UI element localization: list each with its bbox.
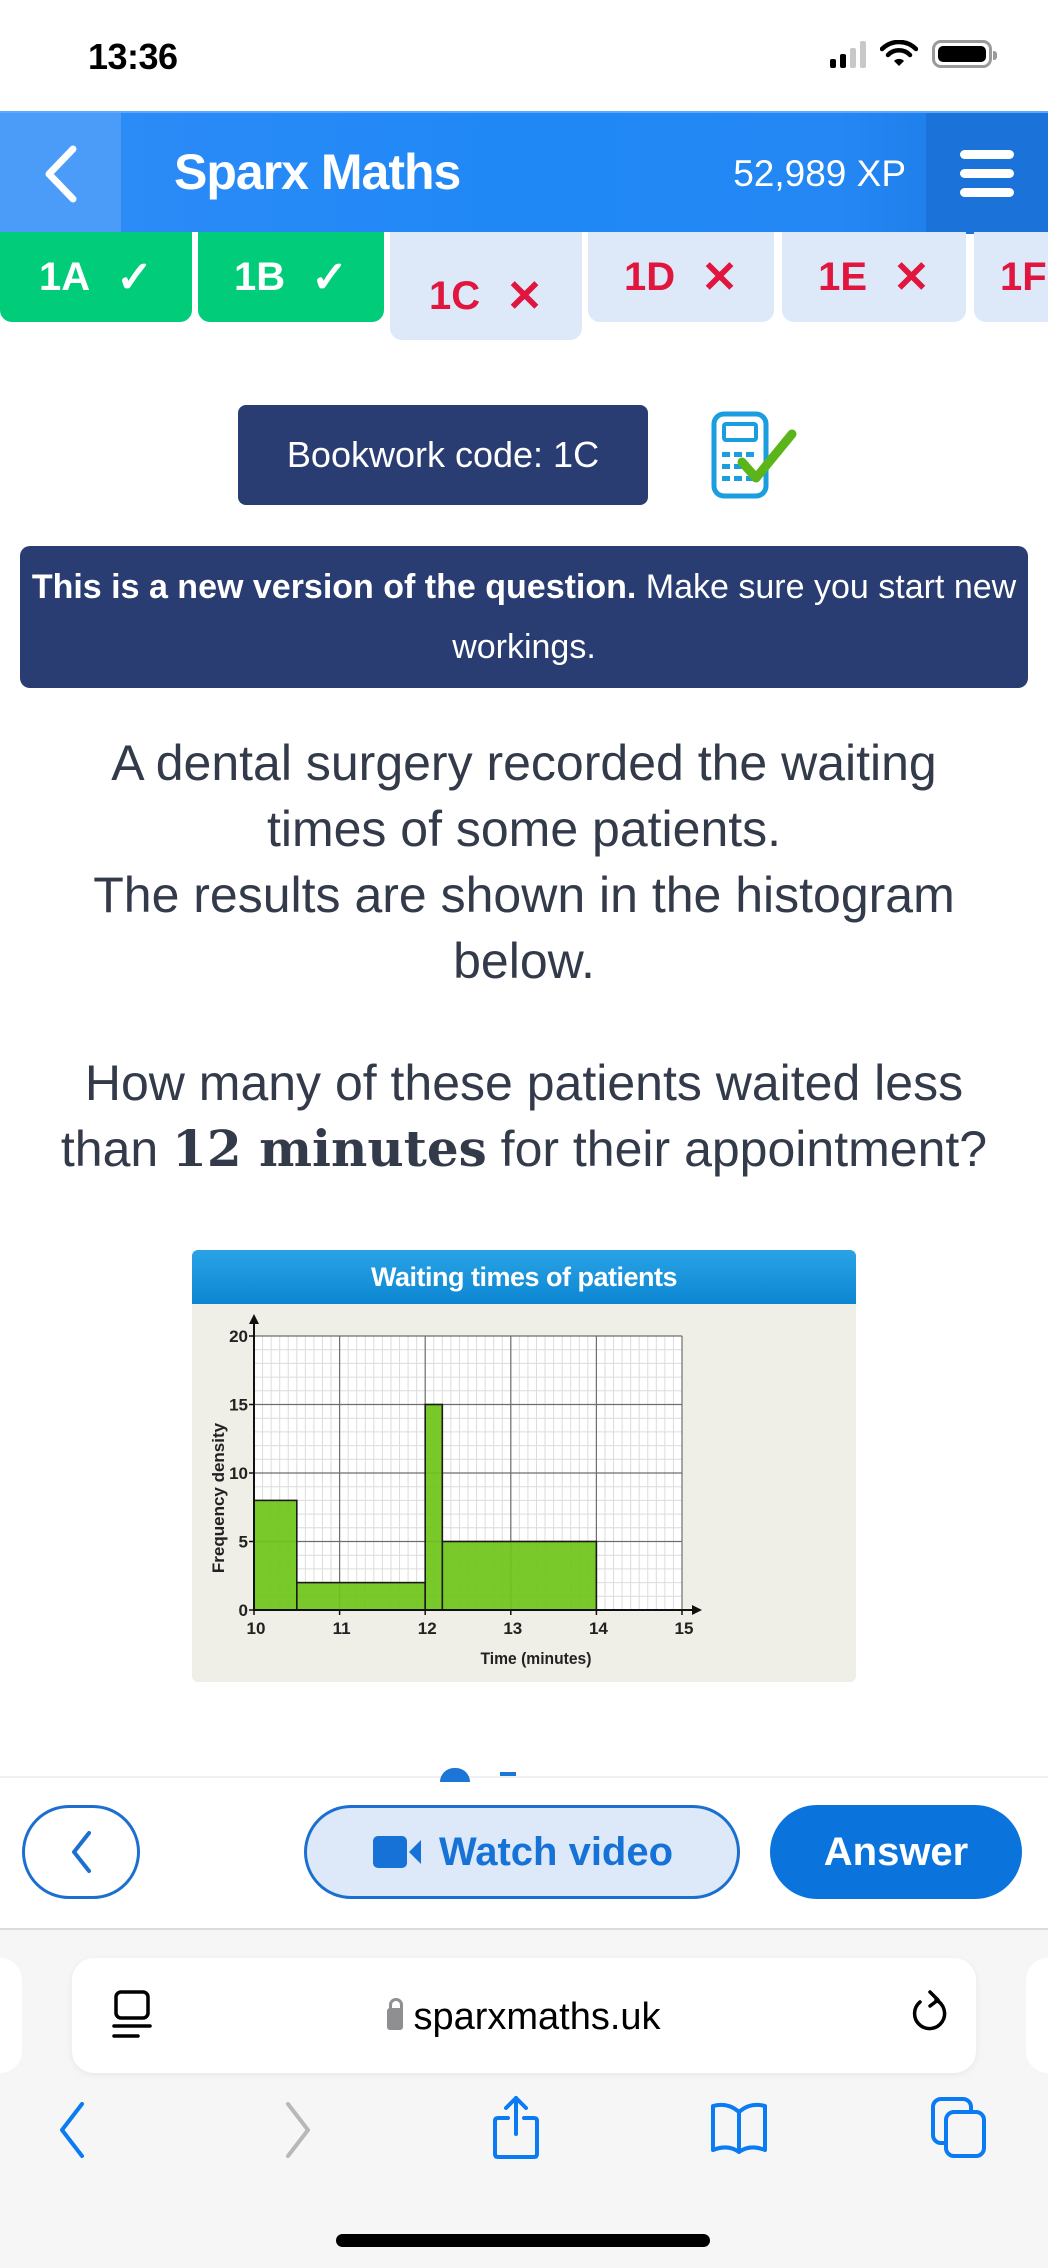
x-tick-label: 15 <box>675 1619 694 1638</box>
browser-chrome: sparxmaths.uk <box>0 1928 1048 2268</box>
y-tick-label: 10 <box>229 1464 248 1483</box>
chevron-left-icon <box>72 1831 91 1873</box>
y-axis-arrow <box>249 1314 259 1324</box>
x-axis-label: Time (minutes) <box>481 1649 592 1668</box>
y-tick-label: 20 <box>229 1327 248 1346</box>
check-icon: ✓ <box>311 252 348 302</box>
question-line: A dental surgery recorded the waiting <box>111 735 937 791</box>
question-line: times of some patients. <box>266 801 782 857</box>
answer-button[interactable]: Answer <box>770 1805 1022 1899</box>
next-tab-peek[interactable] <box>1026 1958 1048 2073</box>
histogram-bar <box>441 1540 598 1611</box>
y-tick-label: 5 <box>239 1533 248 1552</box>
watch-video-button[interactable]: Watch video <box>304 1805 740 1899</box>
scroll-indicator <box>440 1768 470 1782</box>
app-header: Sparx Maths 52,989 XP <box>0 111 1048 234</box>
x-tick-label: 13 <box>503 1619 522 1638</box>
tab-label: 1E <box>818 254 868 299</box>
question-tabs: 1A ✓ 1B ✓ 1C ✕ 1D ✕ 1E ✕ 1F <box>0 232 1048 342</box>
browser-forward-icon[interactable] <box>282 2100 314 2160</box>
video-camera-icon <box>372 1836 421 1868</box>
reload-icon[interactable] <box>910 1988 950 2036</box>
home-indicator <box>336 2234 710 2247</box>
tab-label: 1F <box>1000 254 1047 299</box>
histogram-card: Waiting times of patients 10 11 12 13 14 15 0… <box>192 1250 856 1682</box>
histogram-bar <box>424 1403 444 1611</box>
tab-1a[interactable]: 1A ✓ <box>0 232 192 322</box>
address-bar[interactable]: sparxmaths.uk <box>72 1958 976 2073</box>
question-line: The results are shown in the histogram <box>93 867 955 923</box>
histogram-bar <box>253 1499 298 1611</box>
tab-label: 1D <box>623 254 676 299</box>
histogram-bar <box>296 1581 426 1611</box>
cross-icon: ✕ <box>701 252 738 302</box>
tab-label: 1B <box>233 254 286 299</box>
previous-button[interactable] <box>22 1805 140 1899</box>
y-axis-label: Frequency density <box>209 1422 228 1573</box>
x-axis-arrow <box>692 1605 702 1615</box>
cellular-signal-icon <box>830 40 866 68</box>
calculator-allowed-icon <box>711 411 797 499</box>
wifi-icon <box>880 40 918 66</box>
status-bar: 13:36 <box>0 0 1048 110</box>
tab-label: 1C <box>428 273 481 318</box>
histogram-chart: 10 11 12 13 14 15 0 5 10 15 20 Time (minutes) Fre… <box>209 1314 702 1668</box>
hamburger-menu-button[interactable] <box>926 113 1048 234</box>
x-tick-label: 11 <box>333 1619 351 1638</box>
tab-1b[interactable]: 1B ✓ <box>198 232 384 322</box>
tab-label: 1A <box>38 254 91 299</box>
x-tick-label: 10 <box>247 1619 266 1638</box>
tab-1f[interactable]: 1F <box>974 232 1048 322</box>
watch-video-label: Watch video <box>438 1829 674 1874</box>
status-time: 13:36 <box>88 36 178 77</box>
x-tick-label: 14 <box>589 1619 608 1638</box>
bookwork-code: Bookwork code: 1C <box>238 405 648 505</box>
banner-bold-text: This is a new version of the question. <box>31 568 637 606</box>
text: for their appointment? <box>486 1121 988 1177</box>
tab-1e[interactable]: 1E ✕ <box>782 232 966 322</box>
check-icon: ✓ <box>116 252 153 302</box>
header-back-button[interactable] <box>0 113 121 234</box>
xp-counter: 52,989 XP <box>733 153 906 194</box>
scroll-indicator-dash <box>500 1772 516 1776</box>
math-expression: 12 minutes <box>172 1119 487 1178</box>
question-line: How many of these patients waited less <box>84 1055 964 1111</box>
app-title: Sparx Maths <box>174 144 461 200</box>
battery-icon <box>932 40 997 68</box>
question-line: than 12 minutes for their appointment? <box>0 1116 1048 1182</box>
text: than <box>60 1121 173 1177</box>
question-ask: How many of these patients waited less t… <box>0 1050 1048 1182</box>
tab-1d[interactable]: 1D ✕ <box>588 232 774 322</box>
cross-icon: ✕ <box>893 252 930 302</box>
divider <box>0 1776 1048 1778</box>
cross-icon: ✕ <box>506 271 543 321</box>
browser-back-icon[interactable] <box>56 2100 88 2160</box>
lock-icon <box>387 1998 404 2030</box>
tab-1c[interactable]: 1C ✕ <box>390 232 582 340</box>
chevron-left-icon <box>45 145 76 202</box>
y-tick-label: 15 <box>229 1396 248 1415</box>
hamburger-menu-icon <box>960 150 1014 159</box>
status-icons <box>830 40 997 68</box>
tabs-icon[interactable] <box>930 2096 990 2160</box>
question-line: below. <box>453 933 595 989</box>
x-tick-label: 12 <box>418 1619 437 1638</box>
y-tick-label: 0 <box>239 1601 248 1620</box>
bookmarks-icon[interactable] <box>708 2100 770 2156</box>
new-version-banner: This is a new version of the question. M… <box>20 546 1028 688</box>
share-icon[interactable] <box>492 2094 540 2160</box>
url-text: sparxmaths.uk <box>413 1996 661 2038</box>
previous-tab-peek[interactable] <box>0 1958 22 2073</box>
question-intro: A dental surgery recorded the waiting ti… <box>0 730 1048 994</box>
url-display[interactable]: sparxmaths.uk <box>72 1996 976 2039</box>
